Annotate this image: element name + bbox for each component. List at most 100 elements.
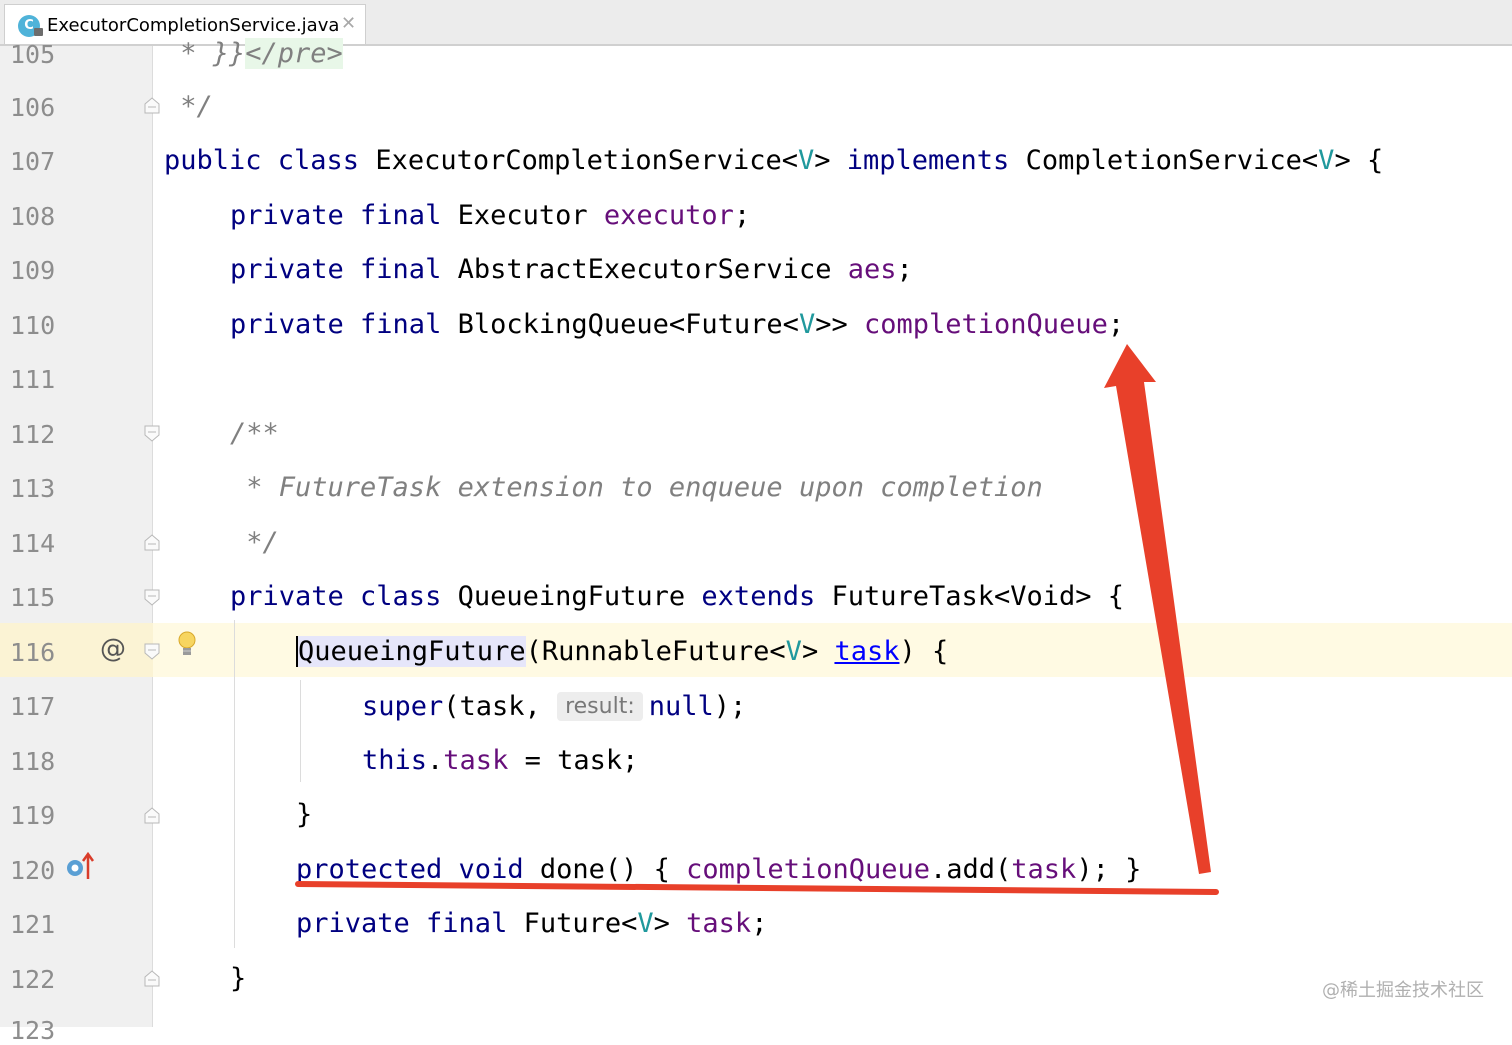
code-line-119[interactable]: } [296, 801, 312, 828]
watermark: @稀土掘金技术社区 [1322, 980, 1484, 1001]
line-number: 119 [10, 801, 56, 830]
line-number: 111 [10, 365, 56, 394]
punct: ; [751, 908, 768, 939]
fold-start-icon[interactable] [144, 643, 160, 661]
type-name: FutureTask<Void> { [831, 581, 1125, 612]
code-line-120[interactable]: protected void done() { completionQueue.… [296, 856, 1141, 883]
punct: ); [713, 691, 747, 722]
lock-icon [34, 28, 43, 36]
line-number: 122 [10, 965, 56, 994]
expr: = task; [508, 745, 639, 776]
code-line-115[interactable]: private class QueueingFuture extends Fut… [230, 583, 1124, 610]
code-line-121[interactable]: private final Future<V> task; [296, 910, 767, 937]
punct: > [814, 145, 847, 176]
punct: > [801, 636, 835, 667]
code-line-112[interactable]: /** [230, 420, 279, 447]
keyword: null [648, 691, 714, 722]
method-name: done() { [539, 854, 687, 885]
line-number: 109 [10, 256, 56, 285]
type-param: V [797, 145, 815, 176]
punct: > [653, 908, 687, 939]
keyword: private final [230, 309, 458, 340]
code-line-109[interactable]: private final AbstractExecutorService ae… [230, 256, 913, 283]
code-line-114[interactable]: */ [230, 529, 279, 556]
override-method-icon[interactable] [66, 851, 96, 886]
field-name: task [686, 908, 752, 939]
fold-start-icon[interactable] [144, 589, 160, 607]
keyword: public class [164, 145, 376, 176]
fold-end-icon[interactable] [144, 96, 160, 114]
code-line-107[interactable]: public class ExecutorCompletionService<V… [164, 147, 1383, 174]
indent-guide [234, 620, 235, 948]
type-param: V [798, 309, 816, 340]
line-number: 120 [10, 856, 56, 885]
fold-end-icon[interactable] [144, 806, 160, 824]
lightbulb-icon[interactable] [176, 630, 198, 662]
field-name: task [443, 745, 509, 776]
type-param: V [785, 636, 802, 667]
constructor-name: QueueingFuture [296, 636, 526, 667]
line-number: 110 [10, 311, 56, 340]
type-param: V [637, 908, 654, 939]
keyword: private final [230, 254, 458, 285]
keyword: super [362, 691, 444, 722]
code-line-113[interactable]: * FutureTask extension to enqueue upon c… [230, 474, 1043, 501]
keyword: extends [701, 581, 832, 612]
keyword: private class [230, 581, 458, 612]
param-name: task [834, 636, 900, 667]
punct: ) { [899, 636, 949, 667]
line-number: 108 [10, 202, 56, 231]
annotation-at-icon[interactable]: @ [100, 634, 126, 664]
line-number: 123 [10, 1016, 56, 1045]
code-line-116[interactable]: QueueingFuture(RunnableFuture<V> task) { [296, 636, 949, 667]
fold-start-icon[interactable] [144, 425, 160, 443]
code-line-108[interactable]: private final Executor executor; [230, 202, 750, 229]
keyword: protected void [296, 854, 540, 885]
type-name: Future< [523, 908, 638, 939]
interface-name: CompletionService< [1025, 145, 1319, 176]
code-line-122[interactable]: } [230, 965, 246, 992]
code-line-105[interactable]: * }}</pre> [164, 38, 343, 69]
tab-title: ExecutorCompletionService.java [47, 15, 340, 36]
code-line-110[interactable]: private final BlockingQueue<Future<V>> c… [230, 311, 1124, 338]
line-number: 116 [10, 638, 56, 667]
code-line-106[interactable]: */ [164, 93, 213, 120]
keyword: private final [230, 200, 458, 231]
fold-end-icon[interactable] [144, 969, 160, 987]
keyword: implements [846, 145, 1026, 176]
line-number: 105 [10, 40, 56, 69]
indent-guide [300, 680, 301, 782]
punct: > { [1334, 145, 1384, 176]
line-number: 118 [10, 747, 56, 776]
line-number: 107 [10, 147, 56, 176]
args: (task, [443, 691, 558, 722]
punct: ; [896, 254, 913, 285]
comment-text: * }} [164, 38, 246, 69]
line-number: 112 [10, 420, 56, 449]
field-name: task [1011, 854, 1077, 885]
annotation-underline [295, 881, 1219, 895]
type-name: AbstractExecutorService [457, 254, 848, 285]
line-number: 121 [10, 910, 56, 939]
field-name: aes [847, 254, 897, 285]
field-name: completionQueue [686, 854, 930, 885]
punct: >> [815, 309, 864, 340]
class-name: ExecutorCompletionService< [375, 145, 798, 176]
close-icon[interactable]: ✕ [341, 13, 356, 34]
punct: ; [733, 200, 751, 231]
code-line-118[interactable]: this.task = task; [362, 747, 638, 774]
code-line-117[interactable]: super(task, result: null); [362, 692, 746, 721]
type-name: BlockingQueue<Future< [457, 309, 799, 340]
field-name: executor [603, 200, 734, 231]
fold-end-icon[interactable] [144, 533, 160, 551]
method-call: .add( [930, 854, 1012, 885]
param-hint: result: [557, 692, 643, 721]
keyword: private final [296, 908, 524, 939]
line-number: 115 [10, 583, 56, 612]
punct: ; [1107, 309, 1125, 340]
type-name: Executor [457, 200, 604, 231]
punct: . [427, 745, 444, 776]
line-number: 113 [10, 474, 56, 503]
line-number: 114 [10, 529, 56, 558]
line-number: 106 [10, 93, 56, 122]
